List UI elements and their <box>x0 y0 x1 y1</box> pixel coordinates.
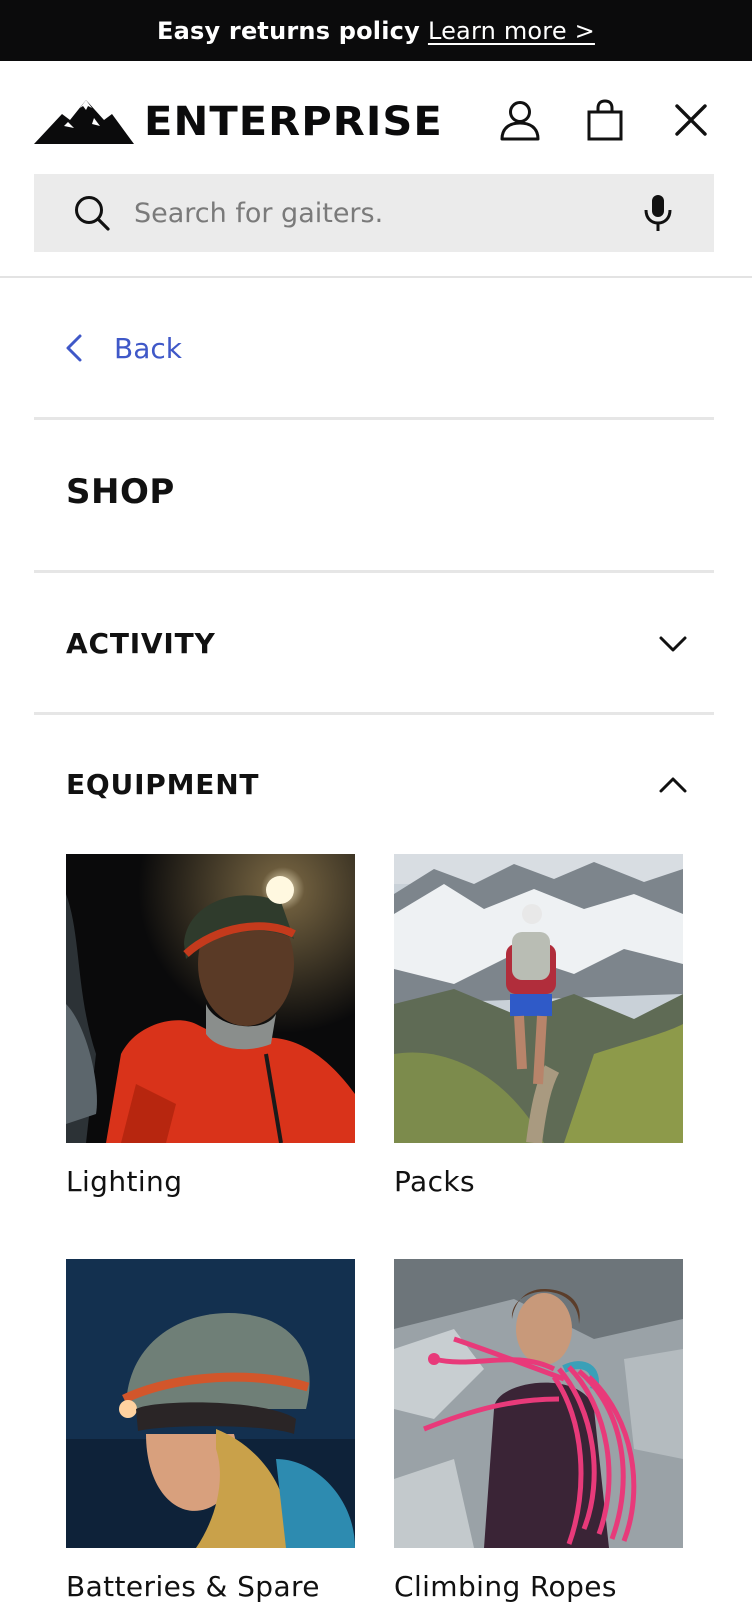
search-bar <box>34 174 714 252</box>
tile-label: Batteries & Spare <box>66 1570 320 1603</box>
chevron-left-icon <box>64 332 88 364</box>
divider <box>34 570 714 573</box>
account-icon[interactable] <box>495 95 545 145</box>
back-button[interactable]: Back <box>64 325 182 371</box>
mountain-logo-icon <box>34 100 134 144</box>
tile-label: Lighting <box>66 1165 183 1198</box>
microphone-icon[interactable] <box>634 189 682 237</box>
divider <box>34 417 714 420</box>
chevron-down-icon <box>656 627 690 661</box>
learn-more-link[interactable]: Learn more > <box>428 17 595 45</box>
category-tile-batteries[interactable]: Batteries & Spare <box>66 1259 355 1603</box>
search-icon[interactable] <box>68 189 116 237</box>
trail-runner-mountains-photo <box>394 854 683 1143</box>
accordion-equipment[interactable]: EQUIPMENT <box>34 754 714 814</box>
announcement-bar: Easy returns policy Learn more > <box>0 0 752 61</box>
brand-logo[interactable]: ENTERPRISE <box>34 97 442 147</box>
accordion-activity[interactable]: ACTIVITY <box>34 613 714 673</box>
climber-helmet-headlamp-photo <box>66 1259 355 1548</box>
shop-heading: SHOP <box>66 472 175 512</box>
shopping-bag-icon[interactable] <box>580 95 630 145</box>
tile-label: Packs <box>394 1165 475 1198</box>
accordion-equipment-label: EQUIPMENT <box>66 767 260 801</box>
tile-label: Climbing Ropes <box>394 1570 617 1603</box>
search-input[interactable] <box>134 183 604 243</box>
category-tile-lighting[interactable]: Lighting <box>66 854 355 1198</box>
brand-name: ENTERPRISE <box>144 99 443 145</box>
site-header: ENTERPRISE <box>0 61 752 278</box>
divider <box>34 712 714 715</box>
header-divider <box>0 276 752 278</box>
back-label: Back <box>114 331 182 365</box>
close-icon[interactable] <box>666 95 716 145</box>
man-with-headlamp-photo <box>66 854 355 1143</box>
woman-carrying-rope-photo <box>394 1259 683 1548</box>
announcement-text: Easy returns policy <box>157 16 420 45</box>
category-tile-climbing-ropes[interactable]: Climbing Ropes <box>394 1259 683 1603</box>
accordion-activity-label: ACTIVITY <box>66 626 216 660</box>
category-tile-packs[interactable]: Packs <box>394 854 683 1198</box>
chevron-up-icon <box>656 768 690 802</box>
